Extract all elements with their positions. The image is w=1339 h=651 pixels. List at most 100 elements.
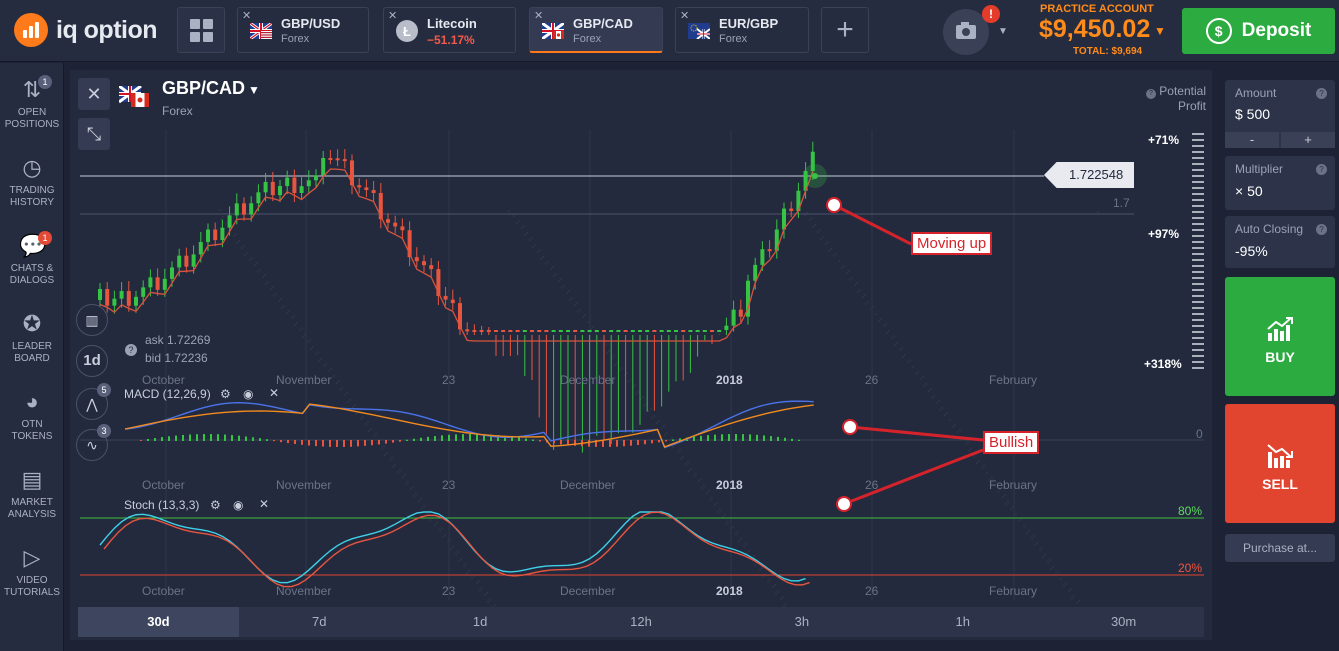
multiplier-field[interactable]: Multiplier ? × 50 [1225, 156, 1335, 210]
map-dot [403, 473, 407, 477]
asset-grid-button[interactable] [177, 7, 225, 53]
sidebar-item-video-tutorials[interactable]: ▷ VIDEO TUTORIALS [0, 545, 64, 599]
macd-histogram-bar [168, 436, 170, 441]
tab-eur-gbp[interactable]: ✕ EUR/GBP Forex [675, 7, 809, 53]
collapse-icon[interactable]: ⤡ [78, 118, 110, 150]
eye-icon[interactable]: ◉ [233, 498, 243, 512]
auto-closing-field[interactable]: Auto Closing ? -95% [1225, 216, 1335, 268]
help-icon[interactable]: ? [1145, 89, 1156, 99]
map-dot [538, 248, 542, 252]
help-icon[interactable]: ? [1316, 164, 1327, 175]
buy-button[interactable]: BUY [1225, 277, 1335, 396]
account-type-label[interactable]: PRACTICE ACCOUNT [1040, 3, 1154, 15]
map-dot [322, 364, 326, 368]
amount-field[interactable]: Amount ? $ 500 - + [1225, 80, 1335, 148]
timeframe-1h[interactable]: 1h [882, 607, 1043, 637]
map-dot [274, 292, 278, 296]
gear-icon[interactable]: ⚙ [220, 387, 231, 401]
candle-body [731, 309, 736, 326]
macd-histogram-bar [140, 440, 142, 441]
help-icon[interactable]: ? [1316, 88, 1327, 99]
amount-value[interactable]: $ 500 [1235, 106, 1270, 122]
auto-closing-value[interactable]: -95% [1235, 243, 1268, 259]
timeframe-7d[interactable]: 7d [239, 607, 400, 637]
amount-increase-button[interactable]: + [1281, 132, 1335, 148]
asset-title[interactable]: GBP/CAD [162, 78, 245, 99]
macd-histogram-bar [217, 434, 219, 441]
candle-body [465, 329, 470, 332]
macd-histogram-bar [539, 440, 541, 442]
leader-icon: ✪ [22, 311, 42, 336]
map-dot [554, 272, 558, 276]
close-icon[interactable]: ✕ [259, 497, 269, 511]
tab-litecoin[interactable]: ✕ Ł Litecoin −51.17% [383, 7, 516, 53]
map-dot [525, 231, 529, 235]
map-dot [263, 273, 267, 277]
multiplier-value[interactable]: × 50 [1235, 183, 1263, 199]
drawing-tools-button[interactable]: ⋀ 5 [76, 383, 111, 420]
close-chart-button[interactable]: ✕ [78, 78, 110, 110]
map-dot [586, 320, 590, 324]
sidebar-item-open-positions[interactable]: ⇅ 1 OPEN POSITIONS [0, 75, 64, 131]
deposit-button[interactable]: $ Deposit [1182, 8, 1335, 54]
purchase-at-button[interactable]: Purchase at... [1225, 534, 1335, 562]
map-dot [382, 444, 386, 448]
candle-body [724, 325, 729, 330]
chevron-down-icon[interactable]: ▼ [1154, 24, 1166, 38]
sell-button[interactable]: SELL [1225, 404, 1335, 523]
help-icon[interactable]: ? [125, 344, 137, 356]
x-axis-label: 2018 [716, 478, 743, 492]
macd-histogram-bar [427, 436, 429, 441]
map-dot [967, 449, 971, 453]
macd-histogram-bar [462, 434, 464, 441]
amount-decrease-button[interactable]: - [1225, 132, 1279, 148]
map-dot [478, 588, 482, 592]
timeframe-30d[interactable]: 30d [78, 607, 239, 637]
map-dot [636, 390, 640, 394]
close-icon[interactable]: ✕ [534, 9, 543, 22]
map-dot [480, 586, 484, 590]
add-asset-button[interactable]: + [821, 7, 869, 53]
timeframe-12h[interactable]: 12h [561, 607, 722, 637]
map-dot [589, 327, 593, 331]
candle-body [422, 261, 426, 266]
candle-body [551, 330, 556, 332]
candle-body [191, 254, 196, 267]
account-balance[interactable]: $9,450.02 [1039, 15, 1150, 44]
map-dot [758, 568, 762, 572]
chart-canvas[interactable] [70, 70, 1212, 640]
tab-gbp-usd[interactable]: ✕ GBP/USD Forex [237, 7, 369, 53]
macd-histogram-bar [469, 434, 471, 441]
macd-histogram-bar [161, 437, 163, 441]
logo[interactable]: iq option [14, 13, 158, 47]
chart-area[interactable] [70, 70, 1212, 640]
sidebar-item-market-analysis[interactable]: ▤ MARKET ANALYSIS [0, 467, 64, 521]
tab-gbp-cad[interactable]: ✕ GBP/CAD Forex [529, 7, 663, 53]
help-icon[interactable]: ? [1316, 224, 1327, 235]
chevron-down-icon[interactable]: ▼ [998, 26, 1008, 37]
close-icon[interactable]: ✕ [680, 9, 689, 22]
x-axis-label: December [560, 478, 616, 492]
map-dot [422, 504, 426, 508]
map-dot [308, 338, 312, 342]
chevron-down-icon[interactable]: ▼ [248, 83, 260, 97]
sidebar-item-chats[interactable]: 💬 1 CHATS & DIALOGS [0, 231, 64, 287]
flag-gb-us-icon [250, 23, 272, 39]
trend-down-icon [1267, 444, 1293, 468]
macd-histogram-bar [560, 440, 562, 445]
indicators-button[interactable]: ∿ 3 [76, 424, 111, 461]
eye-icon[interactable]: ◉ [243, 387, 253, 401]
timeframe-1d[interactable]: 1d [400, 607, 561, 637]
gear-icon[interactable]: ⚙ [210, 498, 221, 512]
sidebar-item-otn-tokens[interactable]: ◕ OTN TOKENS [0, 389, 64, 443]
timeframe-button[interactable]: 1d [76, 345, 108, 377]
flag-gb-ca-icon [542, 23, 564, 39]
chart-type-button[interactable]: ▥ [76, 304, 108, 336]
map-dot [599, 337, 603, 341]
sidebar-item-leader-board[interactable]: ✪ LEADER BOARD [0, 311, 64, 365]
sidebar-item-trading-history[interactable]: ◷ TRADING HISTORY [0, 155, 64, 209]
timeframe-3h[interactable]: 3h [721, 607, 882, 637]
close-icon[interactable]: ✕ [269, 386, 279, 400]
timeframe-30m[interactable]: 30m [1043, 607, 1204, 637]
close-icon[interactable]: ✕ [242, 9, 251, 22]
